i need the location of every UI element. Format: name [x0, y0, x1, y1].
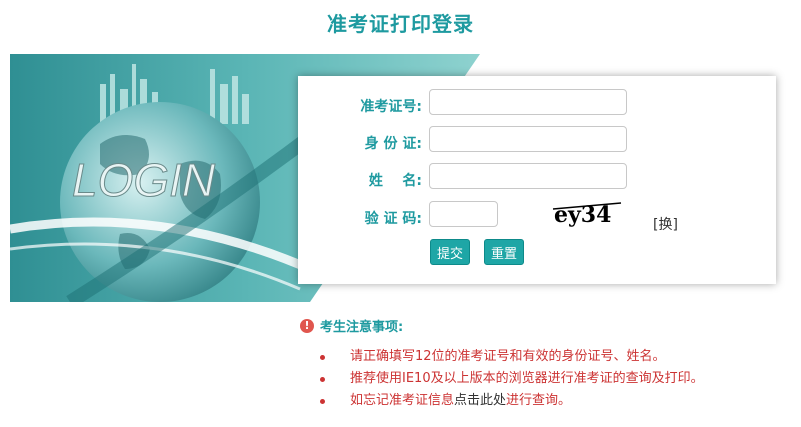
list-item: 请正确填写12位的准考证号和有效的身份证号、姓名。	[318, 346, 704, 368]
page-title: 准考证打印登录	[327, 12, 474, 36]
id-no-label: 身 份 证:	[364, 136, 422, 152]
captcha-refresh-link[interactable]: [换]	[653, 214, 678, 234]
notice-header: ! 考生注意事项:	[300, 316, 403, 335]
id-no-input[interactable]	[429, 126, 627, 152]
list-item: 推荐使用IE10及以上版本的浏览器进行准考证的查询及打印。	[318, 368, 704, 390]
captcha-text: ey34	[554, 202, 611, 228]
captcha-image[interactable]: ey34	[551, 200, 623, 228]
notice-list: 请正确填写12位的准考证号和有效的身份证号、姓名。 推荐使用IE10及以上版本的…	[318, 346, 704, 412]
warning-icon: !	[300, 318, 314, 333]
login-panel: 准考证号: 身 份 证: 姓 名: 验 证 码: ey34 [换] 提交 重置	[298, 76, 776, 284]
code-input[interactable]	[429, 201, 498, 227]
list-item: 如忘记准考证信息点击此处进行查询。	[318, 390, 704, 412]
exam-no-label: 准考证号:	[360, 99, 422, 115]
notice-title: 考生注意事项:	[320, 320, 404, 335]
submit-button[interactable]: 提交	[430, 239, 471, 265]
banner-login-text: LOGIN	[72, 154, 216, 206]
name-label: 姓 名:	[368, 173, 422, 189]
exam-no-input[interactable]	[429, 89, 627, 115]
lookup-link[interactable]: 点击此处	[454, 393, 506, 408]
name-input[interactable]	[429, 163, 627, 189]
code-label: 验 证 码:	[364, 211, 422, 227]
reset-button[interactable]: 重置	[484, 239, 525, 265]
